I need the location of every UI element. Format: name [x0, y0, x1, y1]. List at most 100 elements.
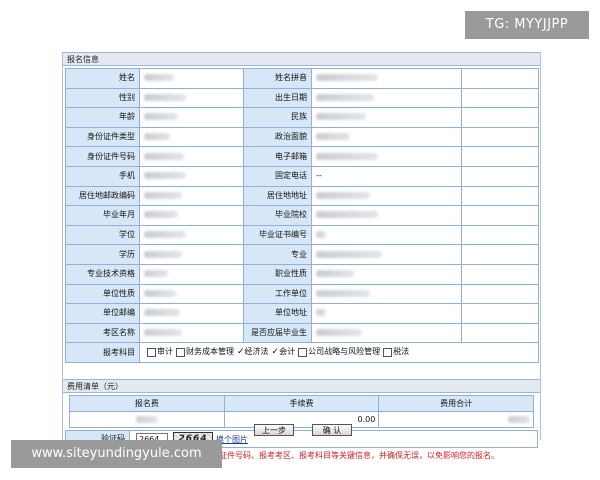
field-value	[139, 146, 244, 167]
info-row: 专业技术资格 职业性质	[65, 263, 539, 285]
field-label: 单位性质	[65, 283, 140, 305]
field-value	[311, 322, 462, 344]
redaction	[316, 289, 370, 297]
info-row: 身份证件类型 政治面貌	[65, 126, 539, 148]
fee-value-total	[378, 411, 534, 428]
field-extra	[461, 126, 539, 148]
redaction	[316, 133, 350, 141]
field-label: 政治面貌	[243, 126, 312, 148]
field-value	[311, 126, 462, 148]
prev-button[interactable]: 上一步	[254, 424, 294, 436]
field-value	[139, 322, 244, 344]
redaction	[144, 309, 180, 317]
redaction	[316, 309, 326, 317]
redaction	[144, 270, 168, 278]
field-extra	[461, 165, 539, 187]
info-row: 居住地邮政编码 居住地地址	[65, 185, 539, 207]
subject-checkbox-checked[interactable]: ✓	[237, 347, 245, 357]
redaction	[135, 416, 158, 423]
field-label: 出生日期	[243, 87, 312, 109]
field-value	[139, 283, 244, 305]
redaction	[144, 133, 170, 141]
fee-value-service: 0.00	[223, 411, 380, 428]
watermark-tg: TG: MYYJJPP	[465, 11, 589, 39]
confirm-button[interactable]: 确 认	[312, 424, 352, 436]
field-label: 居住地地址	[243, 185, 312, 207]
redaction	[144, 152, 184, 160]
field-label: 单位邮编	[65, 303, 140, 324]
redaction	[144, 329, 182, 337]
field-extra	[461, 303, 539, 324]
redaction	[144, 113, 178, 121]
info-row: 毕业年月 毕业院校	[65, 205, 539, 226]
field-label: 民族	[243, 107, 312, 128]
field-value	[311, 303, 462, 324]
redaction	[316, 270, 354, 278]
registration-form: 报名信息 姓名 姓名拼音 性别 出生日期 年龄 民族 身份证件类型 政治面貌 身份证件号码 电子邮…	[62, 52, 541, 460]
field-value	[139, 87, 244, 109]
fee-table: 报名费 手续费 费用合计 0.00	[69, 395, 534, 428]
field-extra	[461, 107, 539, 128]
field-value	[311, 185, 462, 207]
info-row: 学历 专业	[65, 244, 539, 265]
redaction	[316, 231, 326, 239]
subject-checkbox[interactable]	[147, 347, 156, 357]
watermark-site: www.siteyundingyule.com	[11, 440, 222, 468]
field-label: 手机	[65, 165, 140, 187]
field-extra	[461, 205, 539, 226]
subject-label: 财务成本管理	[186, 347, 234, 357]
info-row: 单位性质 工作单位	[65, 283, 539, 305]
subject-checkbox[interactable]	[383, 347, 393, 357]
field-extra	[461, 283, 539, 305]
field-label: 电子邮箱	[243, 146, 312, 167]
field-label: 专业	[243, 244, 312, 265]
subject-label: 税法	[393, 347, 410, 357]
redaction	[316, 113, 366, 121]
info-table: 姓名 姓名拼音 性别 出生日期 年龄 民族 身份证件类型 政治面貌 身份证件号码 电子邮箱 手机 固定…	[65, 68, 539, 363]
redaction	[144, 211, 178, 219]
field-label: 学位	[65, 224, 140, 246]
info-row: 手机 固定电话 --	[65, 165, 539, 187]
field-value	[139, 224, 244, 246]
field-extra	[461, 146, 539, 167]
field-extra	[461, 322, 539, 344]
fee-value-registration	[69, 411, 225, 428]
subjects-row: 报考科目 审计 财务成本管理 ✓经济法 ✓会计 公司战略与风险管理 税法	[65, 342, 539, 363]
info-row: 学位 毕业证书编号	[65, 224, 539, 246]
field-label: 毕业证书编号	[243, 224, 312, 246]
field-label: 固定电话	[243, 165, 312, 187]
field-value	[311, 87, 462, 109]
info-row: 年龄 民族	[65, 107, 539, 128]
info-row: 单位邮编 单位地址	[65, 303, 539, 324]
field-value	[311, 205, 462, 226]
field-value	[139, 303, 244, 324]
field-label: 姓名拼音	[243, 68, 312, 89]
fee-header-registration: 报名费	[69, 395, 225, 412]
field-label: 姓名	[65, 68, 140, 89]
redaction	[316, 93, 374, 101]
redaction	[144, 231, 186, 239]
info-row: 身份证件号码 电子邮箱	[65, 146, 539, 167]
info-row: 姓名 姓名拼音	[65, 68, 539, 89]
subject-checkbox[interactable]	[176, 347, 185, 357]
section-title: 报名信息	[63, 52, 540, 66]
field-value	[139, 185, 244, 207]
redaction	[144, 289, 176, 297]
subject-checkbox[interactable]	[298, 347, 308, 357]
field-value	[139, 68, 244, 89]
subject-checkbox-checked[interactable]: ✓	[272, 347, 280, 357]
subject-label: 公司战略与风险管理	[308, 347, 381, 357]
subjects-label: 报考科目	[65, 342, 140, 363]
field-extra	[461, 244, 539, 265]
field-label: 单位地址	[243, 303, 312, 324]
field-value	[311, 224, 462, 246]
field-extra	[461, 263, 539, 285]
field-label: 是否应届毕业生	[243, 322, 312, 344]
field-value-text: --	[316, 171, 322, 181]
field-value	[139, 126, 244, 148]
field-label: 年龄	[65, 107, 140, 128]
field-extra	[461, 68, 539, 89]
fee-header-total: 费用合计	[378, 395, 534, 412]
field-extra	[461, 87, 539, 109]
field-label: 居住地邮政编码	[65, 185, 140, 207]
